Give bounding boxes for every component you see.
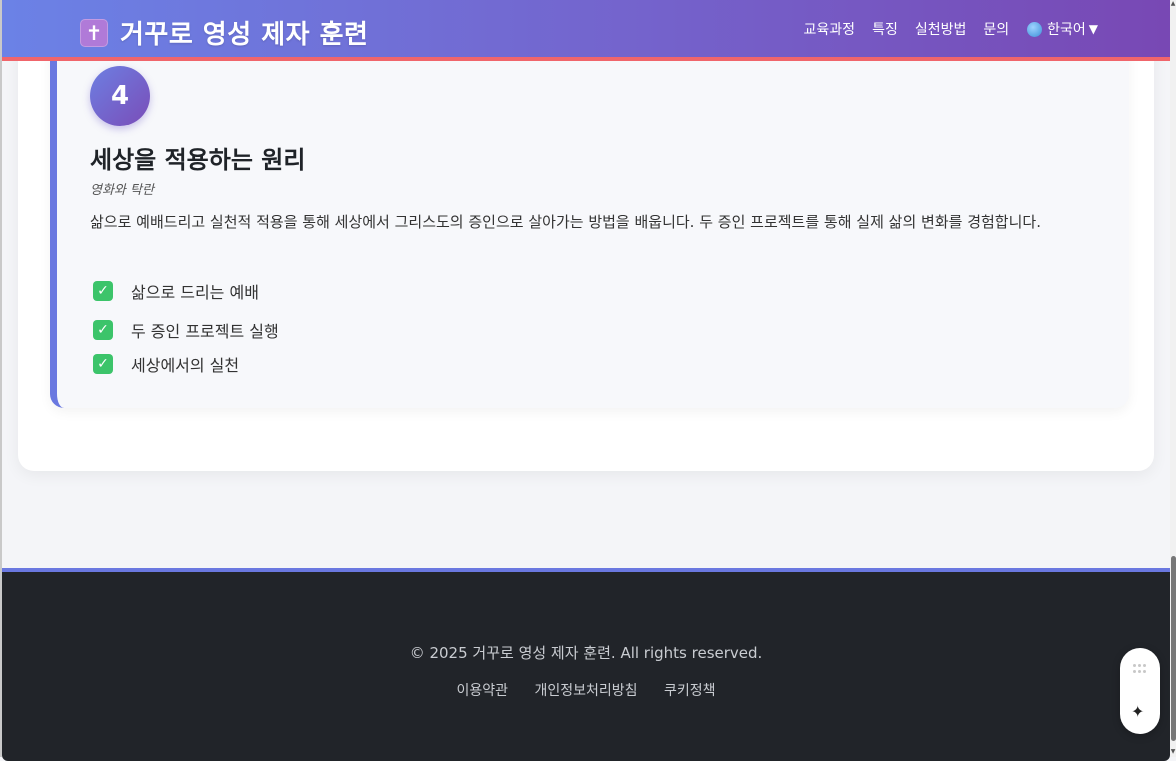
checklist-label: 세상에서의 실천 — [131, 356, 240, 375]
footer-link-privacy[interactable]: 개인정보처리방침 — [534, 683, 637, 699]
site-logo[interactable]: ✝ 거꾸로 영성 제자 훈련 — [80, 14, 368, 51]
floating-assistant-widget: ✦ — [1120, 648, 1160, 734]
language-selector[interactable]: 한국어 ▼ — [1027, 19, 1098, 39]
site-title: 거꾸로 영성 제자 훈련 — [120, 20, 369, 50]
step-title: 세상을 적용하는 원리 — [90, 146, 306, 174]
nav-features[interactable]: 특징 — [872, 19, 898, 39]
checklist-label: 삶으로 드리는 예배 — [131, 283, 259, 302]
checklist-item: ✓ 세상에서의 실천 — [93, 352, 239, 376]
scrollbar-thumb[interactable] — [1171, 556, 1176, 741]
check-icon: ✓ — [93, 281, 113, 301]
step-description: 삶으로 예배드리고 실천적 적용을 통해 세상에서 그리스도의 증인으로 살아가… — [90, 213, 1041, 231]
globe-icon — [1027, 21, 1043, 37]
caret-down-icon: ▼ — [1088, 22, 1098, 36]
copyright-text: © 2025 거꾸로 영성 제자 훈련. All rights reserved… — [409, 644, 763, 662]
nav-practice[interactable]: 실천방법 — [915, 19, 967, 39]
footer-link-terms[interactable]: 이용약관 — [456, 683, 508, 699]
language-label: 한국어 — [1047, 22, 1086, 38]
sparkle-icon[interactable]: ✦ — [1131, 704, 1144, 720]
footer-links: 이용약관 개인정보처리방침 쿠키정책 — [2, 680, 1170, 700]
cross-icon: ✝ — [80, 18, 108, 47]
site-header: ✝ 거꾸로 영성 제자 훈련 교육과정 특징 실천방법 문의 한국어 ▼ — [2, 0, 1170, 61]
checklist-label: 두 증인 프로젝트 실행 — [131, 322, 279, 341]
check-icon: ✓ — [93, 320, 113, 340]
footer-link-cookies[interactable]: 쿠키정책 — [664, 683, 716, 699]
nav-contact[interactable]: 문의 — [983, 19, 1009, 39]
checklist-item: ✓ 두 증인 프로젝트 실행 — [93, 318, 279, 342]
page-scrollbar[interactable]: ▲ ▼ — [1170, 0, 1176, 757]
step-subtitle: 영화와 탁란 — [90, 183, 154, 198]
site-footer: © 2025 거꾸로 영성 제자 훈련. All rights reserved… — [2, 568, 1170, 761]
scroll-up-arrow-icon[interactable]: ▲ — [1170, 0, 1176, 7]
scroll-down-arrow-icon[interactable]: ▼ — [1170, 748, 1176, 755]
nav-curriculum[interactable]: 교육과정 — [804, 19, 856, 39]
main-nav: 교육과정 특징 실천방법 문의 한국어 ▼ — [787, 19, 1098, 39]
drag-handle-icon[interactable] — [1133, 664, 1147, 674]
step-number-badge: 4 — [90, 66, 150, 126]
checklist-item: ✓ 삶으로 드리는 예배 — [93, 279, 259, 303]
check-icon: ✓ — [93, 354, 113, 374]
